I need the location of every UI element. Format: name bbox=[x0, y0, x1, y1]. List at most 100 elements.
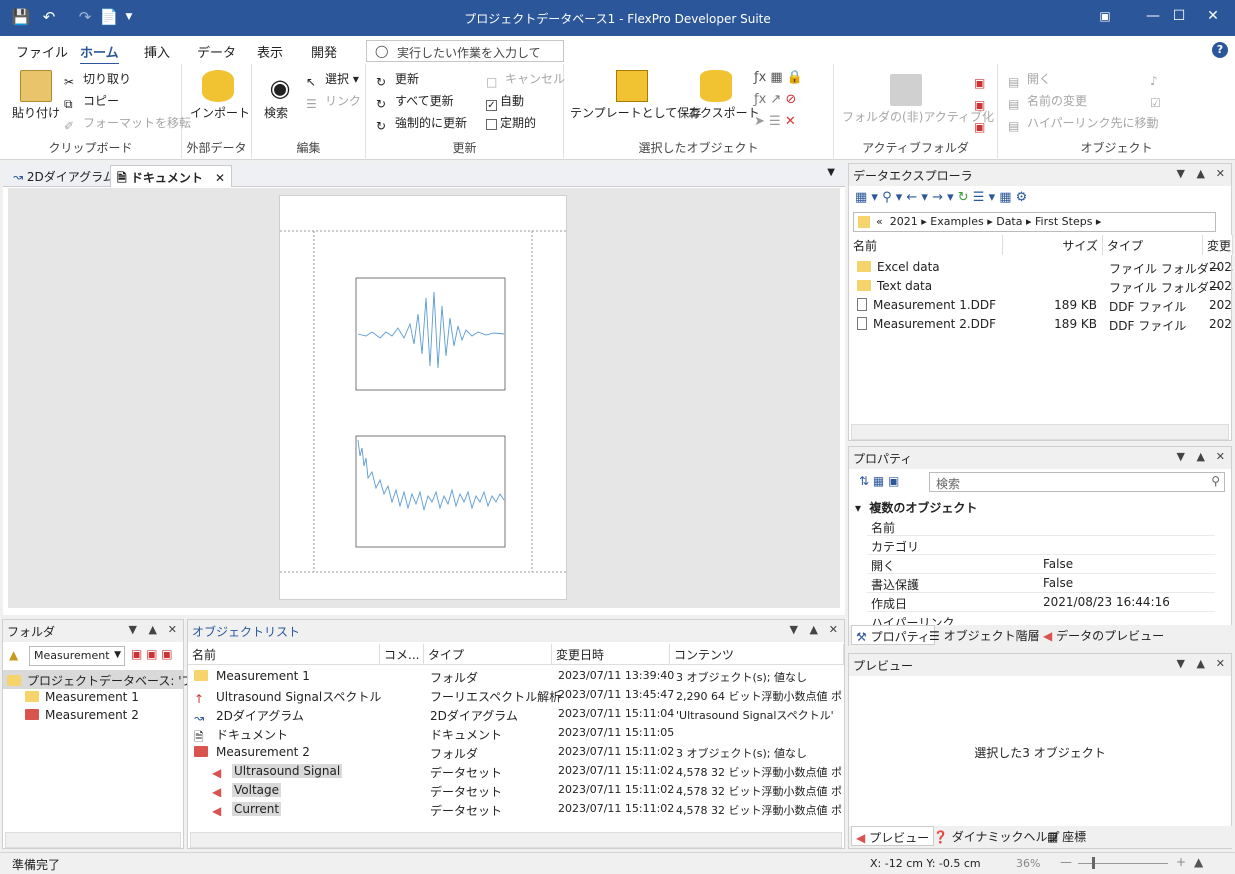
explorer-h-scrollbar[interactable] bbox=[851, 424, 1229, 440]
copy-button[interactable]: ⧉ コピー bbox=[64, 92, 119, 113]
object-row[interactable]: 🗎 ドキュメント ドキュメント 2023/07/11 15:11:05 bbox=[188, 724, 844, 743]
folder-tool-icons[interactable]: ▣ ▣ ▣ bbox=[131, 647, 173, 661]
panel-menu-chevron-icon[interactable]: ▼ bbox=[1177, 450, 1185, 463]
breadcrumb-overflow[interactable]: « bbox=[876, 215, 883, 228]
select-button[interactable]: ↖ 選択 ▾ bbox=[306, 70, 359, 91]
object-row[interactable]: ◀ Current データセット 2023/07/11 15:11:02 4,578 3… bbox=[188, 800, 844, 819]
tab-coordinates[interactable]: ▦ 座標 bbox=[1043, 826, 1090, 846]
tab-view[interactable]: 表示 bbox=[257, 42, 283, 61]
update-button[interactable]: ↻ 更新 bbox=[376, 70, 419, 91]
col-object-name[interactable]: 名前 bbox=[188, 644, 380, 664]
close-panel-icon[interactable]: ✕ bbox=[168, 623, 177, 636]
zoom-in-icon[interactable]: + bbox=[1176, 855, 1186, 869]
folder-tree-item[interactable]: Measurement 2 bbox=[3, 706, 183, 725]
col-modified-date[interactable]: 変更日時 bbox=[552, 644, 670, 664]
panel-menu-chevron-icon[interactable]: ▼ bbox=[790, 623, 798, 636]
periodic-checkbox[interactable]: 定期的 bbox=[486, 114, 536, 131]
property-row[interactable]: 書込保護 False bbox=[867, 574, 1215, 593]
property-group-header[interactable]: ▾ 複数のオブジェクト bbox=[855, 499, 977, 516]
explorer-row[interactable]: Excel data ファイル フォルダー2023 bbox=[849, 258, 1233, 277]
property-toolbar[interactable]: ⇅ ▦ ▣ bbox=[859, 474, 899, 488]
explorer-row[interactable]: Text data ファイル フォルダー2023 bbox=[849, 277, 1233, 296]
paste-button[interactable]: 貼り付け bbox=[12, 104, 60, 121]
close-panel-icon[interactable]: ✕ bbox=[829, 623, 838, 636]
col-size[interactable]: サイズ bbox=[1003, 235, 1103, 255]
tab-home[interactable]: ホーム bbox=[80, 42, 119, 65]
property-row[interactable]: カテゴリ bbox=[867, 536, 1215, 555]
open-button[interactable]: ▤ 開く bbox=[1008, 70, 1051, 91]
tab-data[interactable]: データ bbox=[197, 42, 236, 61]
property-search-input[interactable]: 検索 ⚲ bbox=[929, 472, 1225, 492]
col-comment[interactable]: コメ... bbox=[380, 644, 424, 664]
pin-icon[interactable]: ▲ bbox=[1197, 167, 1205, 180]
explorer-toolbar[interactable]: ▦ ▾ ⚲ ▾ ← ▾ → ▾ ↻ ☰ ▾ ▦ ⚙ bbox=[855, 190, 1027, 205]
tab-document[interactable]: 🗎 ドキュメント ✕ bbox=[110, 165, 233, 187]
object-row[interactable]: ↝ 2Dダイアグラム 2Dダイアグラム 2023/07/11 15:11:04 'Ult… bbox=[188, 705, 844, 724]
tab-properties[interactable]: ⚒ プロパティ bbox=[851, 625, 935, 645]
cancel-update-button[interactable]: □ キャンセル bbox=[486, 70, 565, 91]
tell-me-search[interactable]: ◯ 実行したい作業を入力してく... bbox=[366, 40, 564, 77]
ribbon-display-icon[interactable]: ▣ bbox=[1082, 0, 1128, 32]
breadcrumb[interactable]: « 2021 ▸ Examples ▸ Data ▸ First Steps ▸ bbox=[853, 212, 1216, 232]
folder-filter-select[interactable]: Measurement ▼ bbox=[29, 646, 125, 666]
notification-bell-icon[interactable]: ▲ bbox=[1194, 855, 1203, 869]
delete-icons[interactable]: ➤ ☰ ✕ bbox=[754, 114, 796, 129]
tab-2d-diagram[interactable]: ↝ 2Dダイアグラム bbox=[7, 165, 121, 187]
property-row[interactable]: 名前 bbox=[867, 517, 1215, 536]
breadcrumb-2021[interactable]: 2021 bbox=[890, 215, 918, 228]
col-name[interactable]: 名前 bbox=[849, 235, 1003, 255]
tab-data-preview[interactable]: ◀ データのプレビュー bbox=[1039, 625, 1168, 645]
zoom-out-icon[interactable]: — bbox=[1060, 855, 1072, 869]
zoom-slider-thumb[interactable] bbox=[1092, 857, 1095, 869]
panel-menu-chevron-icon[interactable]: ▼ bbox=[129, 623, 137, 636]
explorer-row[interactable]: Measurement 1.DDF 189 KB DDF ファイル 2021 bbox=[849, 296, 1233, 315]
object-h-scrollbar[interactable] bbox=[190, 832, 842, 848]
property-row[interactable]: 作成日 2021/08/23 16:44:16 bbox=[867, 593, 1215, 612]
explorer-row[interactable]: Measurement 2.DDF 189 KB DDF ファイル 2021 bbox=[849, 315, 1233, 334]
object-row[interactable]: ◀ Ultrasound Signal データセット 2023/07/11 15:11… bbox=[188, 762, 844, 781]
format-painter-button[interactable]: ✐ フォーマットを移転 bbox=[64, 114, 191, 135]
save-as-template-button[interactable]: テンプレートとして保存 bbox=[570, 104, 701, 121]
property-row[interactable]: 開く False bbox=[867, 555, 1215, 574]
force-update-button[interactable]: ↻ 強制的に更新 bbox=[376, 114, 467, 135]
toggle-active-folder-button[interactable]: フォルダの(非)アクティブ化 bbox=[842, 108, 994, 125]
folder-tree-item[interactable]: Measurement 1 bbox=[3, 688, 183, 707]
panel-menu-chevron-icon[interactable]: ▼ bbox=[1177, 167, 1185, 180]
tab-file[interactable]: ファイル bbox=[16, 42, 68, 61]
col-modified[interactable]: 変更 bbox=[1203, 235, 1233, 255]
close-button[interactable]: ✕ bbox=[1190, 0, 1235, 32]
cut-button[interactable]: ✂ 切り取り bbox=[64, 70, 131, 91]
object-row[interactable]: Measurement 1 フォルダ 2023/07/11 13:39:40 3 オブ… bbox=[188, 667, 844, 686]
folder-tree-item[interactable]: プロジェクトデータベース: 'プロジェク bbox=[3, 670, 242, 689]
object-row[interactable]: ↑ Ultrasound Signalスペクトル フーリエスペクトル解析 2023/0… bbox=[188, 686, 844, 705]
active-folder-small-icons[interactable]: ▣ ▣ ▣ bbox=[974, 72, 985, 138]
search-button[interactable]: 検索 bbox=[264, 104, 288, 121]
close-panel-icon[interactable]: ✕ bbox=[1216, 657, 1225, 670]
object-row[interactable]: Measurement 2 フォルダ 2023/07/11 15:11:02 3 オブ… bbox=[188, 743, 844, 762]
col-type[interactable]: タイプ bbox=[1103, 235, 1203, 255]
formula-icons[interactable]: ƒx ↗ ⊘ bbox=[754, 92, 796, 107]
close-tab-icon[interactable]: ✕ bbox=[215, 171, 225, 185]
pin-icon[interactable]: ▲ bbox=[810, 623, 818, 636]
update-all-button[interactable]: ↻ すべて更新 bbox=[376, 92, 454, 113]
breadcrumb-data[interactable]: Data bbox=[996, 215, 1022, 228]
tab-object-hierarchy[interactable]: ☰ オブジェクト階層 bbox=[925, 625, 1044, 645]
col-object-type[interactable]: タイプ bbox=[424, 644, 552, 664]
object-row[interactable]: ◀ Voltage データセット 2023/07/11 15:11:02 4,578 3… bbox=[188, 781, 844, 800]
pin-icon[interactable]: ▲ bbox=[1197, 450, 1205, 463]
close-panel-icon[interactable]: ✕ bbox=[1216, 167, 1225, 180]
link-button[interactable]: ☰ リンク bbox=[306, 92, 361, 113]
rename-button[interactable]: ▤ 名前の変更 bbox=[1008, 92, 1087, 113]
auto-checkbox[interactable]: ✓ 自動 bbox=[486, 92, 524, 111]
help-icon[interactable]: ? bbox=[1212, 42, 1228, 58]
tab-preview[interactable]: ◀ プレビュー bbox=[851, 826, 935, 846]
pin-icon[interactable]: ▲ bbox=[149, 623, 157, 636]
tab-insert[interactable]: 挿入 bbox=[144, 42, 170, 61]
document-page[interactable] bbox=[279, 195, 568, 600]
col-contents[interactable]: コンテンツ bbox=[670, 644, 844, 664]
close-panel-icon[interactable]: ✕ bbox=[1216, 450, 1225, 463]
folder-up-icon[interactable]: ▲ bbox=[9, 648, 18, 662]
breadcrumb-examples[interactable]: Examples bbox=[930, 215, 983, 228]
goto-hyperlink-button[interactable]: ▤ ハイパーリンク先に移動 bbox=[1008, 114, 1159, 135]
tab-list-chevron-icon[interactable]: ▼ bbox=[827, 167, 835, 178]
